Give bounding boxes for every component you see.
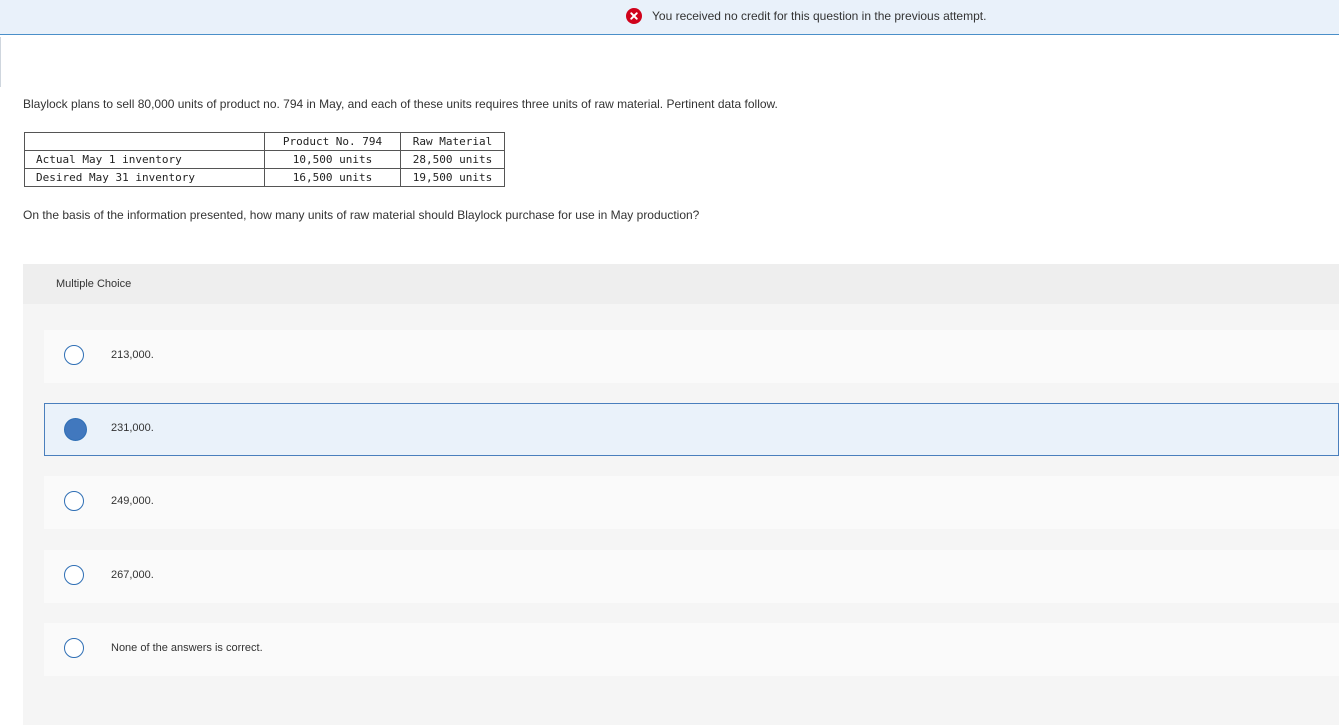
table-cell-raw: 19,500 units (400, 168, 505, 187)
feedback-message: You received no credit for this question… (652, 9, 987, 23)
table-header-row: Product No. 794 Raw Material (24, 132, 505, 151)
error-x-icon (626, 8, 642, 24)
table-row-label: Desired May 31 inventory (24, 168, 265, 187)
inventory-table: Product No. 794 Raw Material Actual May … (24, 132, 505, 187)
multiple-choice-header: Multiple Choice (23, 264, 1339, 304)
table-header-raw: Raw Material (400, 132, 505, 151)
radio-button[interactable] (64, 565, 84, 585)
table-header-product: Product No. 794 (264, 132, 401, 151)
answer-option-label: 249,000. (111, 495, 154, 507)
answer-option-1[interactable]: 213,000. (44, 330, 1339, 383)
answer-option-label: None of the answers is correct. (111, 642, 263, 654)
table-row-label: Actual May 1 inventory (24, 150, 265, 169)
answer-option-4[interactable]: 267,000. (44, 550, 1339, 603)
radio-button[interactable] (64, 345, 84, 365)
answer-option-5[interactable]: None of the answers is correct. (44, 623, 1339, 676)
radio-button[interactable] (64, 491, 84, 511)
radio-button[interactable] (64, 638, 84, 658)
answer-option-label: 213,000. (111, 349, 154, 361)
multiple-choice-panel: Multiple Choice 213,000. 231,000. 249,00… (23, 264, 1339, 725)
feedback-banner: You received no credit for this question… (0, 0, 1339, 35)
radio-button-selected[interactable] (64, 418, 87, 441)
multiple-choice-label: Multiple Choice (56, 278, 132, 290)
answer-option-3[interactable]: 249,000. (44, 476, 1339, 529)
table-row: Desired May 31 inventory 16,500 units 19… (24, 168, 505, 187)
answer-option-label: 267,000. (111, 569, 154, 581)
question-text: On the basis of the information presente… (23, 208, 700, 222)
answer-option-2[interactable]: 231,000. (44, 403, 1339, 456)
table-cell-product: 10,500 units (264, 150, 401, 169)
table-row: Actual May 1 inventory 10,500 units 28,5… (24, 150, 505, 169)
answer-options: 213,000. 231,000. 249,000. 267,000. None… (23, 304, 1339, 725)
left-divider (0, 37, 1, 87)
answer-option-label: 231,000. (111, 422, 154, 434)
table-header-blank (24, 132, 265, 151)
question-prompt: Blaylock plans to sell 80,000 units of p… (23, 97, 778, 111)
table-cell-product: 16,500 units (264, 168, 401, 187)
table-cell-raw: 28,500 units (400, 150, 505, 169)
feedback-banner-content: You received no credit for this question… (626, 8, 986, 24)
